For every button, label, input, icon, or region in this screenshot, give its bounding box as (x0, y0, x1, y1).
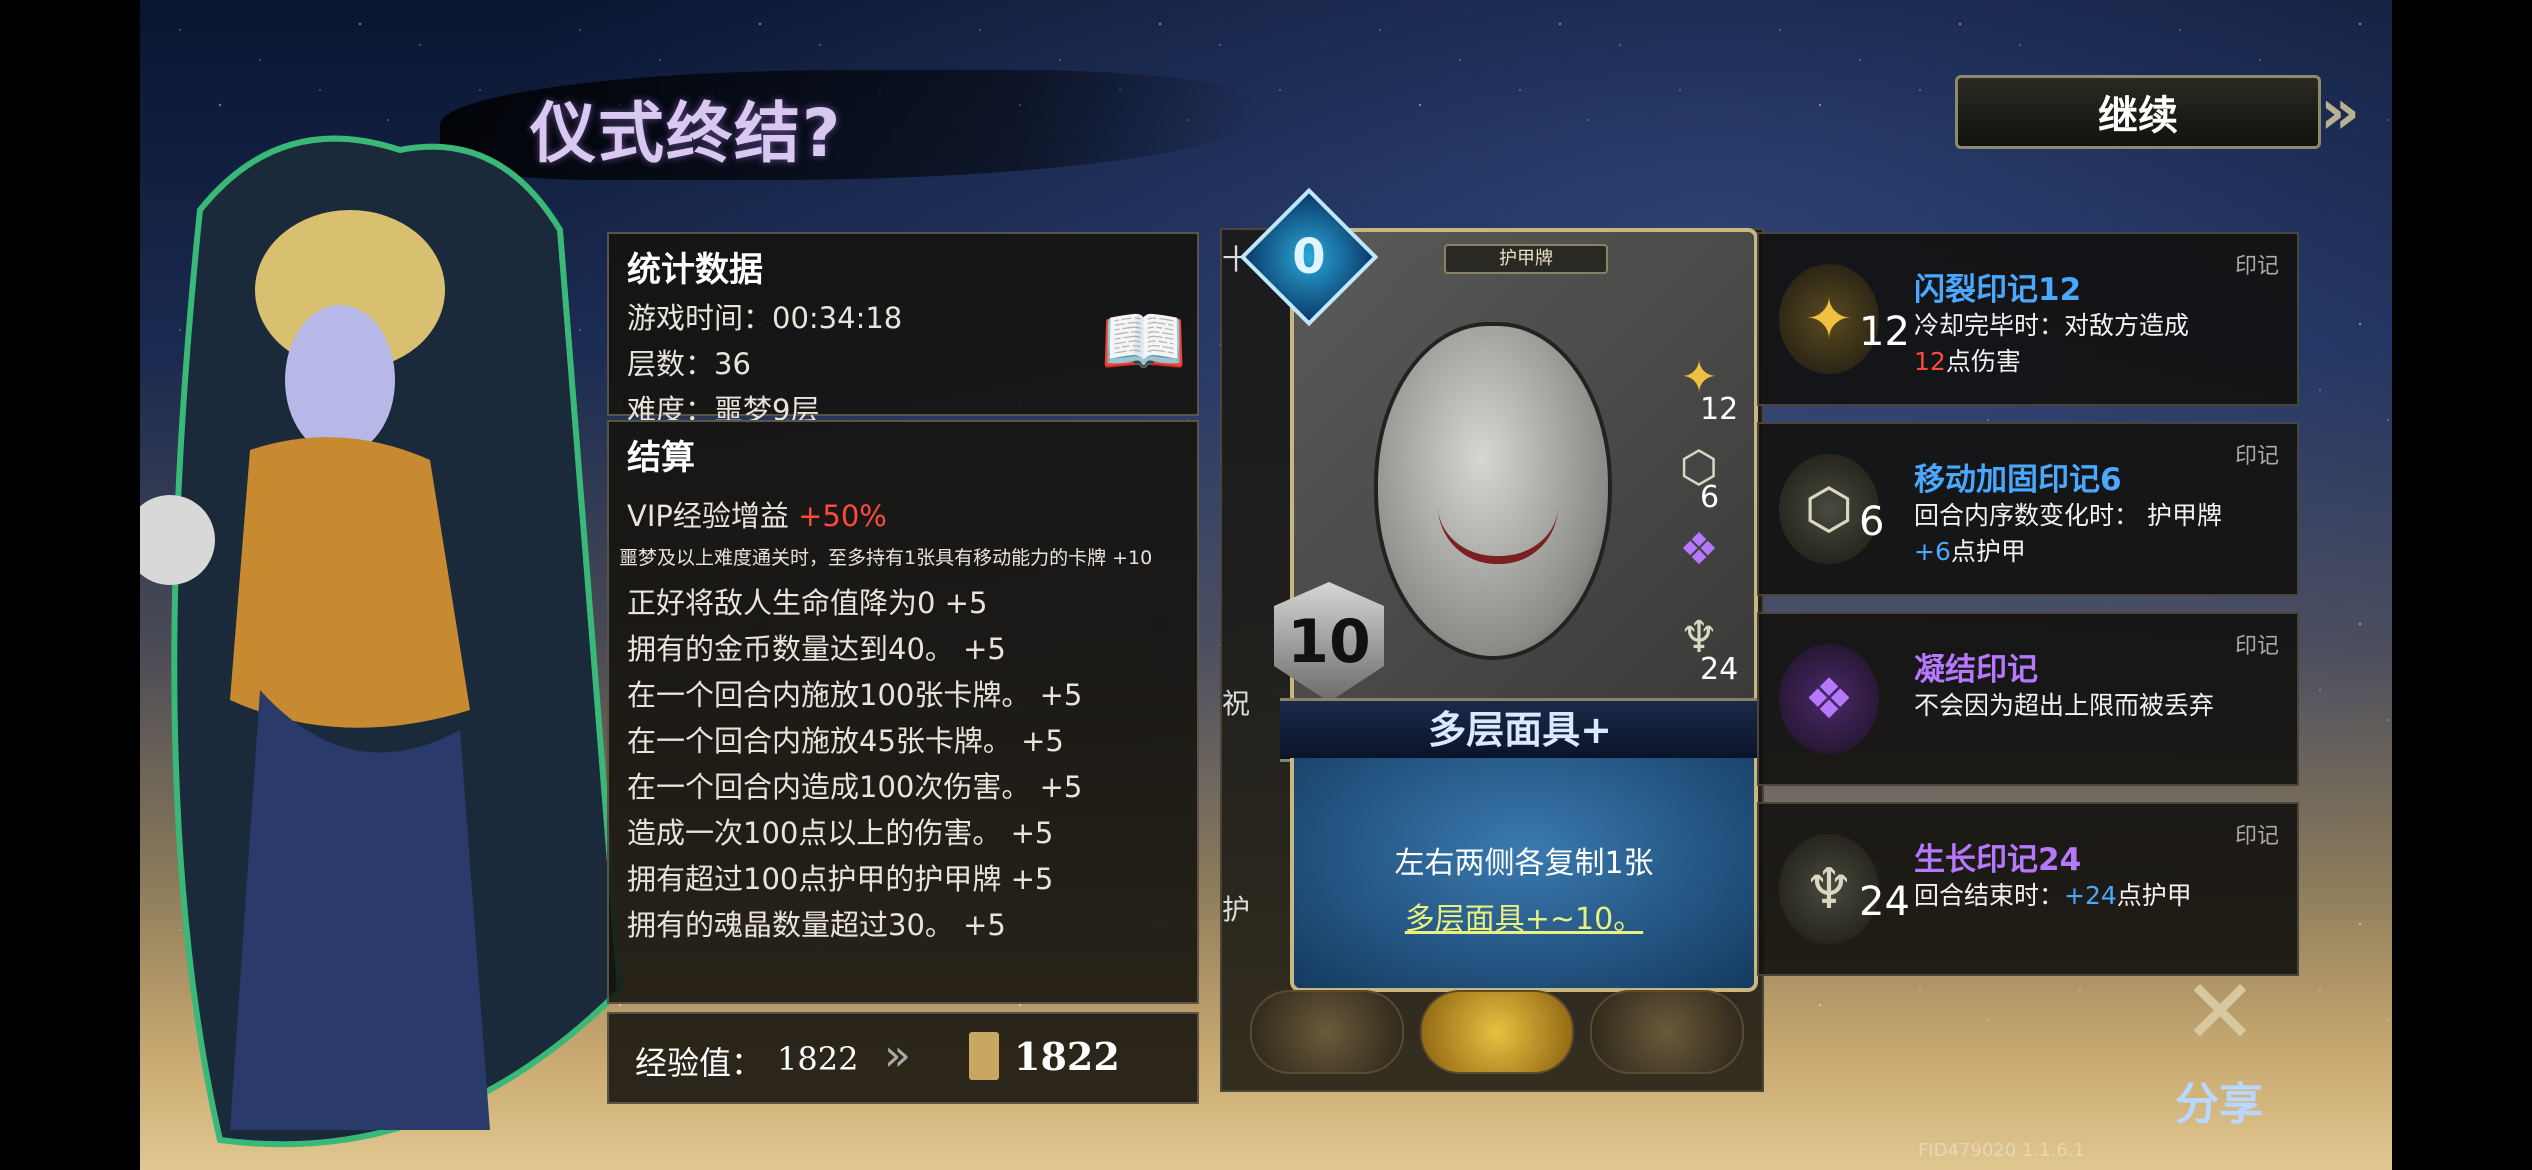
seal-card[interactable]: ⬡ 6 印记 移动加固印记6 回合内序数变化时： 护甲牌 +6点护甲 (1757, 422, 2299, 596)
card-art: 护甲牌 ✦ 12 ⬡ 6 ❖ ♆ 24 10 (1274, 228, 1758, 706)
relic-row (1250, 990, 1750, 1075)
scroll-icon (969, 1032, 999, 1080)
seal-tag: 印记 (2234, 824, 2279, 849)
card-type: 护甲牌 (1444, 244, 1608, 274)
vip-label: VIP经验增益 (627, 499, 789, 533)
double-chevron-icon: » (2319, 75, 2360, 148)
card-preview[interactable]: 护甲牌 ✦ 12 ⬡ 6 ❖ ♆ 24 10 0 多层面具+ 左右两侧各复制1张… (1239, 187, 1760, 992)
exp-label: 经验值： (635, 1044, 764, 1082)
relic-icon[interactable] (1590, 990, 1744, 1074)
book-icon[interactable]: 📖 (1100, 300, 1187, 383)
settlement-item: 造成一次100点以上的伤害。 +5 (627, 816, 1054, 850)
share-icon[interactable]: ✕ (2145, 960, 2295, 1070)
card-cost-value: 0 (1292, 229, 1326, 285)
seal-desc-text: 点护甲 (2116, 881, 2192, 910)
continue-button[interactable]: 继续 » (1955, 75, 2360, 149)
seal-name: 移动加固印记6 (1914, 462, 2122, 498)
seal-desc: 冷却完毕时：对敌方造成 12点伤害 (1914, 308, 2274, 380)
settlement-item: 拥有的魂晶数量超过30。 +5 (627, 908, 1006, 942)
sigil-value: 6 (1700, 480, 1720, 515)
settlement-item: 在一个回合内造成100次伤害。 +5 (627, 770, 1083, 804)
vip-value: +50% (798, 499, 887, 533)
stats-heading: 统计数据 (627, 250, 763, 290)
seal-name: 闪裂印记12 (1914, 272, 2082, 308)
side-tab[interactable]: 护 (1222, 888, 1262, 928)
seal-tag: 印记 (2234, 254, 2279, 279)
side-tab[interactable]: 祝 (1222, 682, 1262, 722)
card-description: 左右两侧各复制1张 多层面具+~10。 (1290, 758, 1758, 992)
chevron-right-icon: » (884, 1030, 911, 1081)
seal-desc: 回合内序数变化时： 护甲牌 +6点护甲 (1914, 498, 2274, 570)
exp-value: 1822 (777, 1040, 859, 1078)
seal-card[interactable]: ✦ 12 印记 闪裂印记12 冷却完毕时：对敌方造成 12点伤害 (1757, 232, 2299, 406)
seal-desc-text: 回合内序数变化时： 护甲牌 (1914, 501, 2222, 530)
seal-name: 凝结印记 (1914, 652, 2038, 688)
seal-desc-text: 冷却完毕时：对敌方造成 (1914, 311, 2190, 340)
sigil-value: 24 (1700, 652, 1739, 687)
seal-number: 12 (1859, 309, 1910, 355)
settlement-item: 在一个回合内施放100张卡牌。 +5 (627, 678, 1083, 712)
gold-coin-icon[interactable] (1420, 990, 1574, 1074)
seal-desc-text: 点护甲 (1950, 537, 2026, 566)
settlement-heading: 结算 (627, 438, 695, 478)
card-desc-link[interactable]: 多层面具+~10。 (1294, 894, 1754, 938)
seal-number: 6 (1859, 499, 1885, 545)
seal-card[interactable]: ♆ 24 印记 生长印记24 回合结束时：+24点护甲 (1757, 802, 2299, 976)
seal-desc: 不会因为超出上限而被丢弃 (1914, 688, 2274, 724)
seal-desc: 回合结束时：+24点护甲 (1914, 878, 2274, 914)
armor-value: 10 (1274, 582, 1384, 702)
settlement-panel: 结算 VIP经验增益 +50% 噩梦及以上难度通关时，至多持有1张具有移动能力的… (607, 420, 1199, 1004)
seal-desc-highlight: 12 (1914, 347, 1946, 376)
mask-icon (1374, 322, 1612, 660)
seal-tag: 印记 (2234, 634, 2279, 659)
settlement-note: 噩梦及以上难度通关时，至多持有1张具有移动能力的卡牌 +10 (619, 547, 1153, 569)
seal-name: 生长印记24 (1914, 842, 2082, 878)
continue-label: 继续 (2098, 93, 2178, 139)
seal-desc-text: 不会因为超出上限而被丢弃 (1914, 691, 2215, 720)
seal-desc-highlight: +6 (1914, 537, 1951, 566)
vip-bonus: VIP经验增益 +50% (627, 493, 1197, 535)
card-desc-line: 左右两侧各复制1张 (1394, 846, 1654, 881)
settlement-item: 正好将敌人生命值降为0 +5 (627, 586, 988, 620)
card-name: 多层面具+ (1280, 698, 1760, 762)
share-button[interactable]: 分享 (2175, 1068, 2263, 1132)
sigil-value: 12 (1700, 392, 1739, 427)
crystal-sigil-icon: ❖ (1779, 644, 1879, 754)
character-portrait (140, 135, 624, 1148)
seal-card[interactable]: ❖ 印记 凝结印记 不会因为超出上限而被丢弃 (1757, 612, 2299, 786)
settlement-item: 拥有超过100点护甲的护甲牌 +5 (627, 862, 1054, 896)
seal-desc-text: 点伤害 (1945, 347, 2021, 376)
exp-total: 1822 (1014, 1034, 1120, 1079)
seal-desc-highlight: +24 (2064, 881, 2117, 910)
exp-bar: 经验值： 1822 » 1822 (607, 1012, 1199, 1104)
seal-tag: 印记 (2234, 444, 2279, 469)
seal-number: 24 (1859, 879, 1910, 925)
seal-desc-text: 回合结束时： (1914, 881, 2065, 910)
shield-sigil-icon: ⬡ (1679, 441, 1719, 493)
crystal-sigil-icon: ❖ (1679, 523, 1719, 575)
version-label: FID479020 1.1.6.1 (1918, 1140, 2085, 1161)
relic-icon[interactable] (1250, 990, 1404, 1074)
settlement-item: 在一个回合内施放45张卡牌。 +5 (627, 724, 1064, 758)
settlement-item: 拥有的金币数量达到40。 +5 (627, 632, 1006, 666)
